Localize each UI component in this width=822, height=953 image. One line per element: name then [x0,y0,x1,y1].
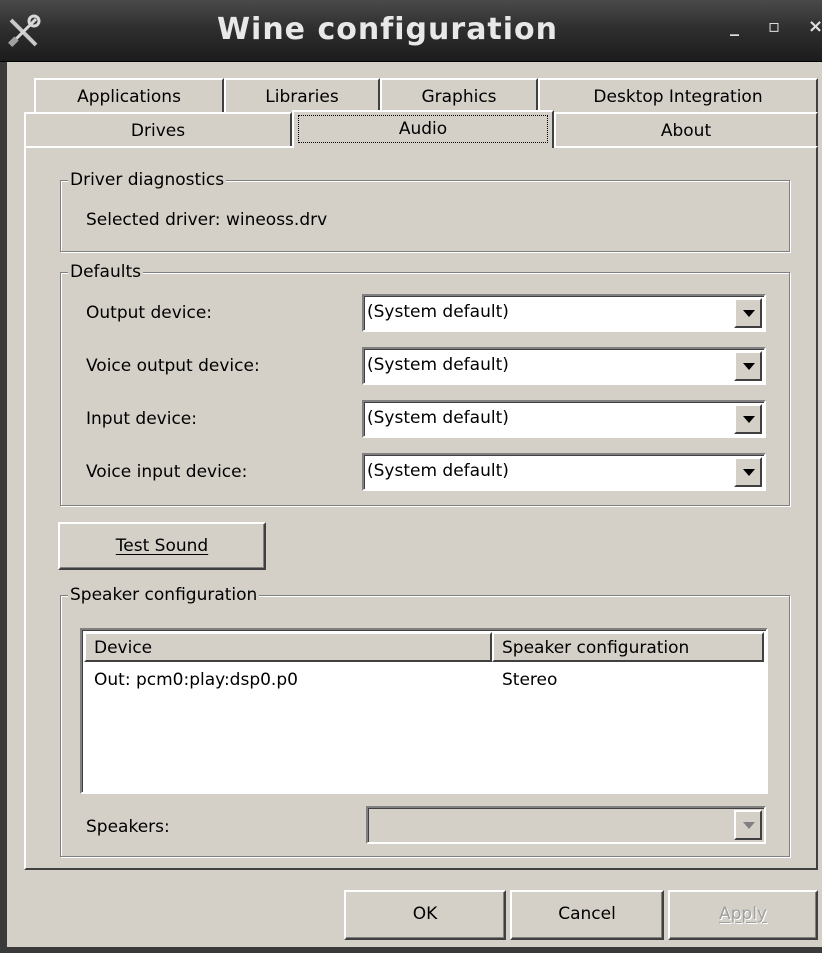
driver-diagnostics-legend: Driver diagnostics [68,170,227,190]
speaker-device-list[interactable]: Device Speaker configuration Out: pcm0:p… [80,628,768,794]
chevron-down-icon[interactable] [734,298,762,328]
input-device-select[interactable]: (System default) [362,400,766,438]
chevron-down-icon [734,810,762,840]
output-device-select[interactable]: (System default) [362,294,766,332]
input-device-label: Input device: [86,409,197,429]
test-sound-button[interactable]: Test Sound [58,522,266,570]
speaker-config-cell: Stereo [502,670,558,690]
voice-output-device-select[interactable]: (System default) [362,347,766,385]
window-frame-left [0,62,7,953]
chevron-down-icon[interactable] [734,457,762,487]
speakers-select[interactable] [366,806,766,844]
device-cell: Out: pcm0:play:dsp0.p0 [94,670,298,690]
tab-audio[interactable]: Audio [292,110,554,148]
title-bar[interactable]: Wine configuration _ ▫ × [0,0,822,62]
chevron-down-icon[interactable] [734,351,762,381]
speaker-configuration-legend: Speaker configuration [68,585,260,605]
cancel-button[interactable]: Cancel [510,890,664,940]
voice-input-device-label: Voice input device: [86,462,248,482]
table-row[interactable]: Out: pcm0:play:dsp0.p0 Stereo [84,670,764,700]
tab-libraries[interactable]: Libraries [224,78,380,112]
window-title: Wine configuration [216,12,559,47]
tab-desktop-integration[interactable]: Desktop Integration [538,78,818,112]
tab-applications[interactable]: Applications [34,78,224,112]
speakers-label: Speakers: [86,817,170,837]
minimize-button[interactable]: _ [730,16,739,37]
selected-driver-text: Selected driver: wineoss.drv [86,210,328,230]
voice-input-device-select[interactable]: (System default) [362,453,766,491]
ok-button[interactable]: OK [344,890,506,940]
output-device-label: Output device: [86,303,213,323]
column-header-speaker-configuration[interactable]: Speaker configuration [492,632,764,662]
tab-about[interactable]: About [554,112,818,146]
voice-output-device-label: Voice output device: [86,356,260,376]
tab-graphics[interactable]: Graphics [380,78,538,112]
window-frame-bottom [0,947,822,953]
chevron-down-icon[interactable] [734,404,762,434]
tab-drives[interactable]: Drives [24,112,292,146]
column-header-device[interactable]: Device [84,632,492,662]
defaults-legend: Defaults [68,262,143,282]
close-button[interactable]: × [808,16,822,37]
maximize-button[interactable]: ▫ [768,16,780,37]
apply-button[interactable]: Apply [668,890,818,940]
